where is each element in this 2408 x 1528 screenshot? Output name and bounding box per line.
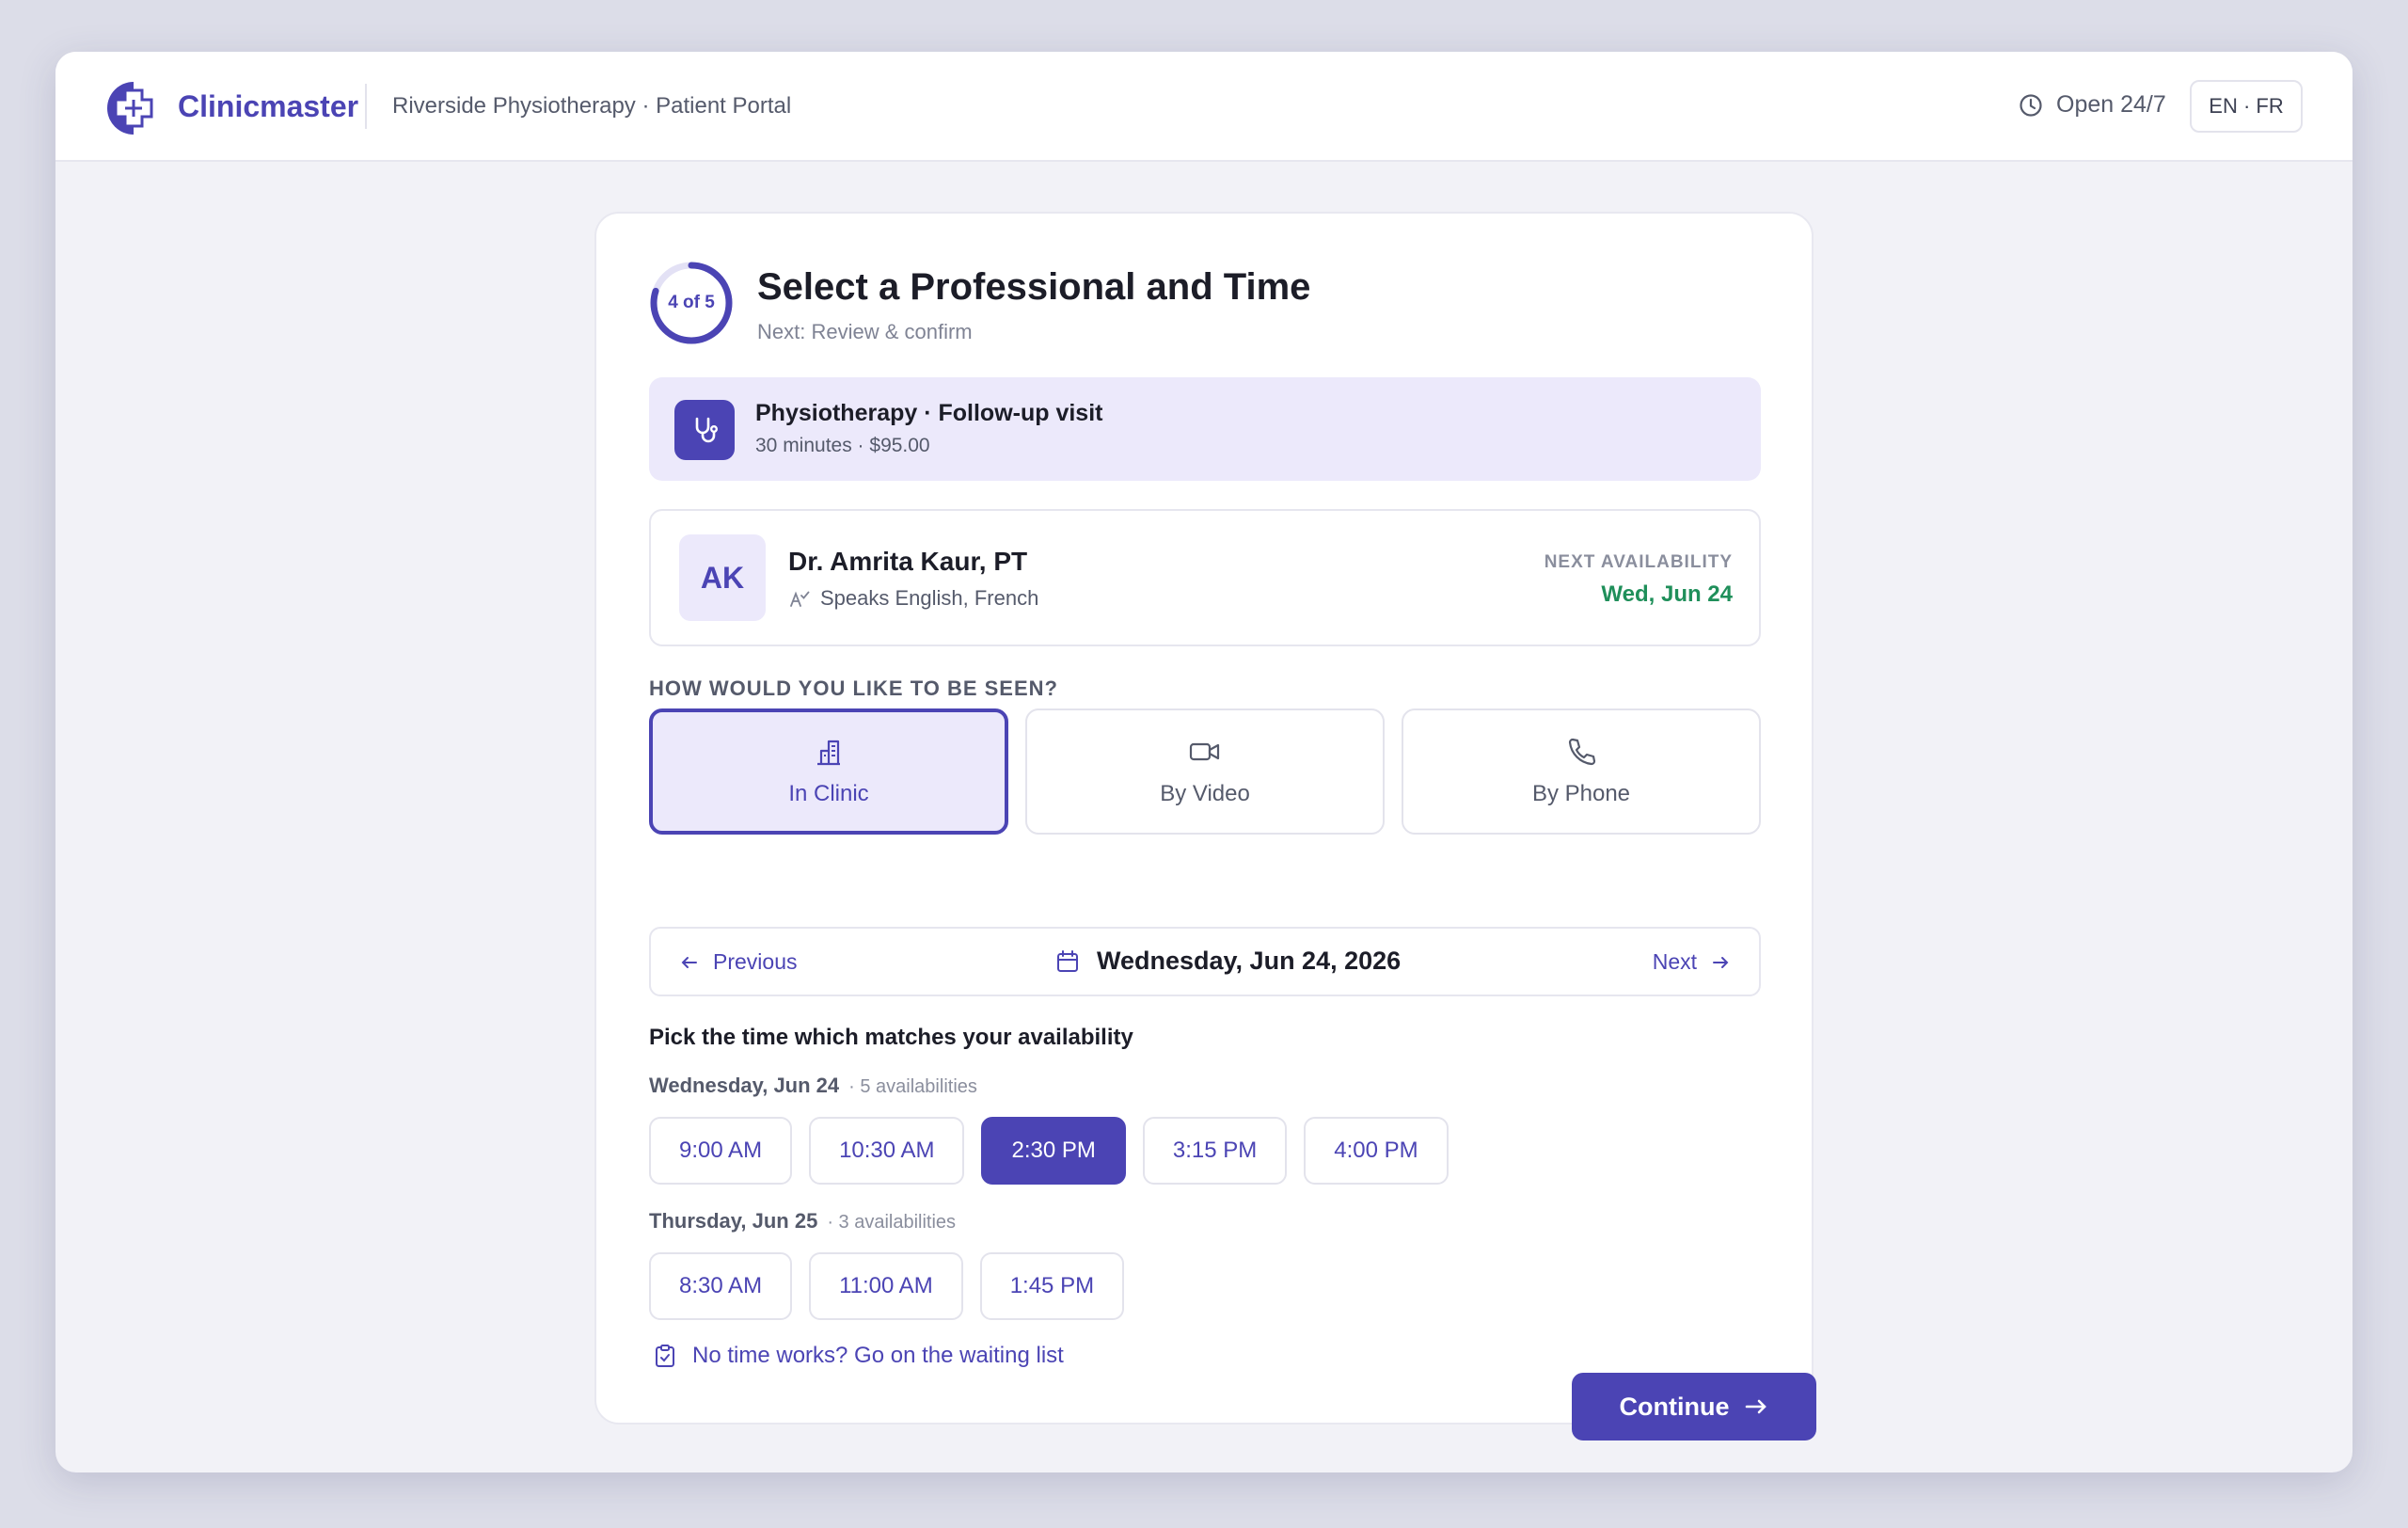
mode-label: By Video (1160, 781, 1250, 806)
phone-icon (1568, 738, 1596, 766)
selected-date-text: Wednesday, Jun 24, 2026 (1097, 947, 1402, 975)
brand-name[interactable]: Clinicmaster (178, 89, 358, 124)
visit-mode-label: HOW WOULD YOU LIKE TO BE SEEN? (649, 676, 1058, 700)
next-label: Next (1652, 949, 1697, 974)
portal-name: Riverside Physiotherapy · Patient Portal (392, 93, 792, 119)
time-slots-day-2: 8:30 AM 11:00 AM 1:45 PM (649, 1252, 1125, 1320)
continue-button[interactable]: Continue (1572, 1373, 1816, 1440)
mode-in-clinic[interactable]: In Clinic (649, 708, 1008, 835)
time-slots-day-1: 9:00 AM 10:30 AM 2:30 PM 3:15 PM 4:00 PM (649, 1117, 1449, 1185)
service-name: Physiotherapy · Follow-up visit (755, 400, 1103, 426)
previous-day-button[interactable]: Previous (679, 949, 797, 975)
day-heading: Wednesday, Jun 24 · 5 availabilities (649, 1074, 977, 1098)
video-icon (1189, 742, 1220, 761)
next-day-button[interactable]: Next (1653, 949, 1731, 975)
availability-count: · 3 availabilities (827, 1212, 957, 1233)
date-navigator: Previous Wednesday, Jun 24, 2026 Next (649, 927, 1761, 996)
arrow-left-icon (681, 956, 697, 968)
clock-icon (2020, 93, 2042, 117)
step-counter: 4 of 5 (668, 293, 715, 312)
top-bar: Clinicmaster Riverside Physiotherapy · P… (55, 52, 2353, 162)
building-icon (817, 740, 840, 766)
stethoscope-icon (674, 400, 735, 460)
time-slot-selected[interactable]: 2:30 PM (981, 1117, 1126, 1185)
day-heading: Thursday, Jun 25 · 3 availabilities (649, 1209, 956, 1234)
languages-text: Speaks English, French (820, 586, 1039, 610)
mode-label: By Phone (1531, 781, 1631, 806)
time-slot[interactable]: 9:00 AM (649, 1117, 793, 1185)
time-slot[interactable]: 4:00 PM (1304, 1117, 1449, 1185)
service-summary: Physiotherapy · Follow-up visit 30 minut… (649, 377, 1761, 481)
clinicmaster-logo-icon (107, 82, 153, 135)
next-availability-label: NEXT AVAILABILITY (1544, 552, 1733, 572)
avatar: AK (679, 534, 766, 621)
calendar-icon (1057, 949, 1078, 972)
time-slot[interactable]: 1:45 PM (979, 1252, 1125, 1320)
mode-by-phone[interactable]: By Phone (1402, 708, 1761, 835)
availability-count: · 5 availabilities (848, 1076, 977, 1097)
next-step-hint: Next: Review & confirm (757, 320, 973, 343)
arrow-right-icon (1746, 1399, 1767, 1414)
selected-date[interactable]: Wednesday, Jun 24, 2026 (1055, 947, 1401, 976)
day-name: Thursday, Jun 25 (649, 1209, 818, 1233)
arrow-right-icon (1713, 956, 1729, 968)
time-picker-title: Pick the time which matches your availab… (649, 1025, 1133, 1050)
divider (365, 84, 367, 129)
booking-card: 4 of 5 Select a Professional and Time Ne… (594, 212, 1816, 1440)
clipboard-check-icon (656, 1345, 674, 1367)
time-slot[interactable]: 11:00 AM (809, 1252, 963, 1320)
language-switcher[interactable]: EN · FR (2190, 80, 2303, 133)
app-window: Clinicmaster Riverside Physiotherapy · P… (55, 52, 2353, 1472)
time-slot[interactable]: 8:30 AM (649, 1252, 793, 1320)
professional-languages: Speaks English, French (788, 586, 1038, 611)
mode-by-video[interactable]: By Video (1025, 708, 1385, 835)
waitlist-link[interactable]: No time works? Go on the waiting list (655, 1343, 1064, 1369)
previous-label: Previous (713, 949, 798, 974)
time-slot[interactable]: 3:15 PM (1142, 1117, 1288, 1185)
continue-label: Continue (1619, 1392, 1730, 1421)
professional-name: Dr. Amrita Kaur, PT (788, 547, 1028, 576)
waitlist-text: No time works? Go on the waiting list (692, 1343, 1064, 1368)
next-availability-value: Wed, Jun 24 (1601, 581, 1733, 607)
mode-label: In Clinic (788, 781, 869, 806)
page-title: Select a Professional and Time (757, 266, 1311, 308)
professional-card[interactable]: AK Dr. Amrita Kaur, PT Speaks English, F… (649, 509, 1761, 646)
service-duration-price: 30 minutes · $95.00 (755, 435, 930, 456)
opening-hours: Open 24/7 (2019, 91, 2166, 119)
time-slot[interactable]: 10:30 AM (809, 1117, 965, 1185)
opening-hours-text: Open 24/7 (2056, 91, 2166, 118)
language-icon (790, 591, 810, 607)
day-name: Wednesday, Jun 24 (649, 1074, 840, 1097)
